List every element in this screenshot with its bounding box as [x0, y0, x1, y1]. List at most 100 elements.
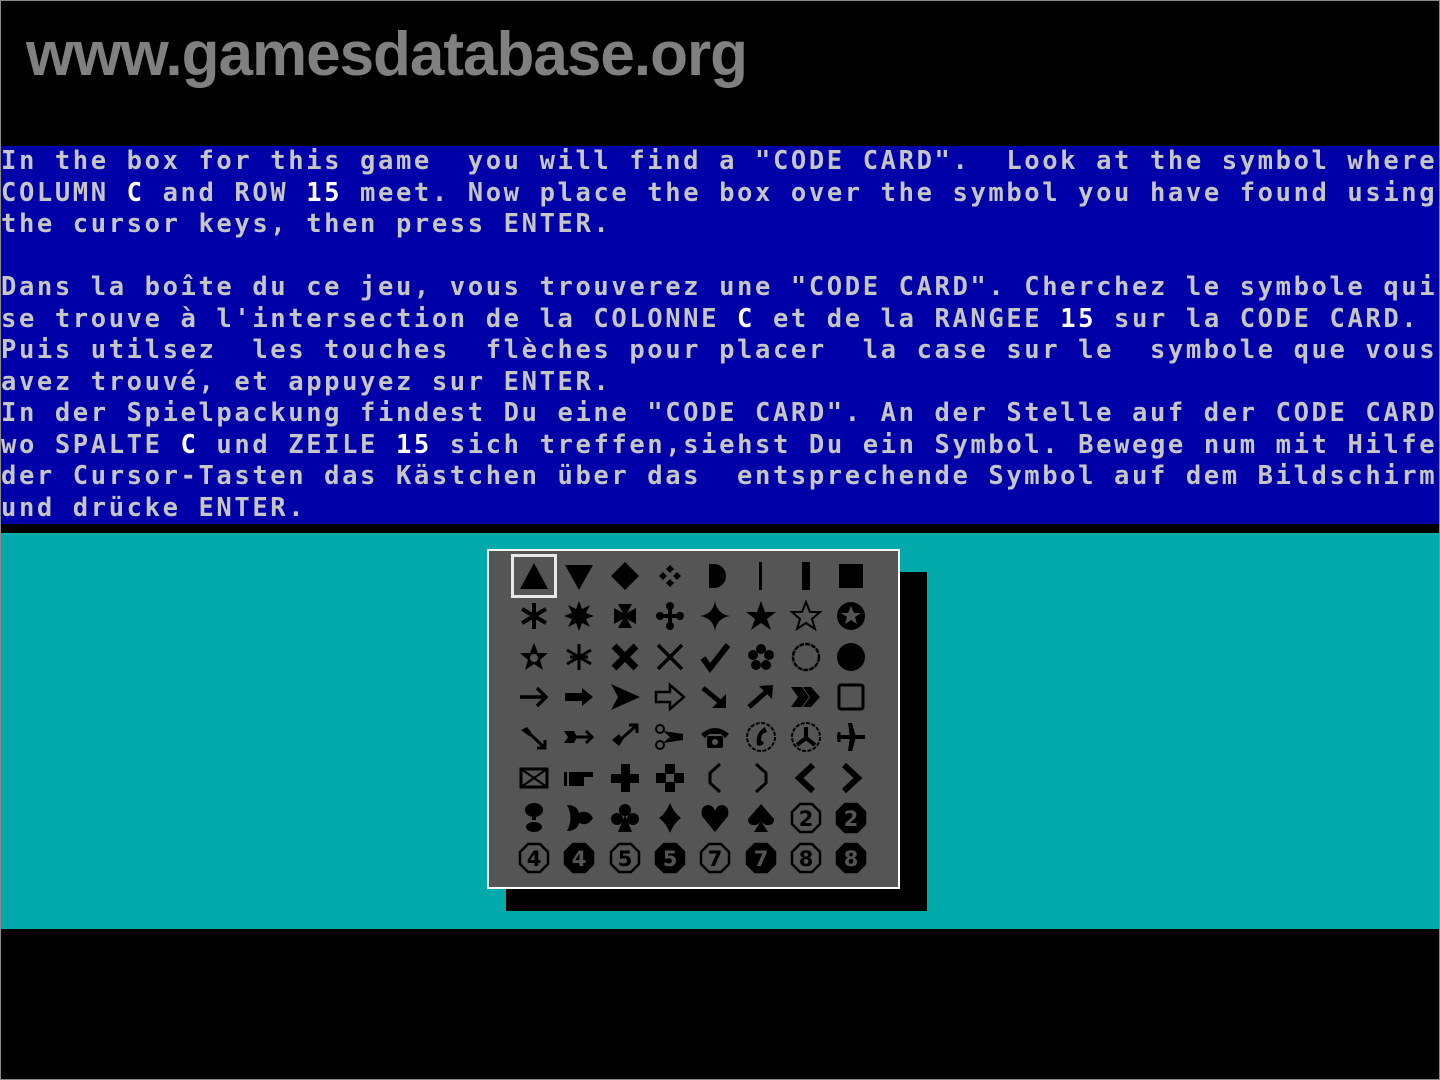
instruction-line-english: the cursor keys, then press ENTER.	[1, 209, 611, 240]
text-run: meet. Now place the box over the symbol …	[342, 178, 1438, 208]
chevron-right-icon[interactable]	[829, 758, 873, 798]
highlighted-code: C	[126, 178, 145, 208]
instruction-line-german: der Cursor-Tasten das Kästchen über das …	[1, 461, 1437, 492]
arrow-right-heavy-icon[interactable]	[557, 677, 601, 717]
arrowhead-right-icon[interactable]	[603, 677, 647, 717]
plus-heavy-icon[interactable]	[603, 758, 647, 798]
snowflake-icon[interactable]	[557, 637, 601, 677]
diamond-suit-icon[interactable]	[648, 798, 692, 838]
maltese-cross-icon[interactable]	[603, 596, 647, 636]
circled-5-filled-icon[interactable]: 5	[648, 838, 692, 878]
circled-4-filled-icon[interactable]: 4	[557, 838, 601, 878]
thick-bar-icon[interactable]	[784, 556, 828, 596]
florette-bottom-icon[interactable]	[512, 798, 556, 838]
x-thin-icon[interactable]	[648, 637, 692, 677]
open-star-icon[interactable]	[512, 637, 556, 677]
circled-8-filled-icon[interactable]: 8	[829, 838, 873, 878]
airplane-icon[interactable]	[829, 717, 873, 757]
highlighted-code: C	[737, 304, 755, 334]
svg-text:5: 5	[663, 847, 678, 871]
pointing-hand-icon[interactable]	[557, 758, 601, 798]
eight-point-star-icon[interactable]	[557, 596, 601, 636]
heart-icon[interactable]	[693, 798, 737, 838]
telephone-icon[interactable]	[693, 717, 737, 757]
flower-icon[interactable]	[739, 637, 783, 677]
text-run: avez trouvé, et appuyez sur ENTER.	[1, 367, 612, 397]
circled-2-filled-icon[interactable]: 2	[829, 798, 873, 838]
instruction-line-french: se trouve à l'intersection de la COLONNE…	[1, 304, 1419, 335]
svg-text:5: 5	[617, 847, 632, 871]
text-run: sich treffen,siehst Du ein Symbol. Beweg…	[431, 430, 1438, 460]
text-run: se trouve à l'intersection de la COLONNE	[1, 304, 738, 334]
highlighted-code: 15	[306, 178, 343, 208]
paren-right-icon[interactable]	[739, 758, 783, 798]
four-diamonds-icon[interactable]	[648, 556, 692, 596]
instruction-line-english: COLUMN C and ROW 15 meet. Now place the …	[1, 178, 1437, 209]
text-run: In the box for this game you will find a…	[1, 146, 1438, 176]
selection-cursor[interactable]	[511, 554, 557, 598]
circled-phone-icon[interactable]	[739, 717, 783, 757]
spade-icon[interactable]	[739, 798, 783, 838]
circled-7-icon[interactable]: 7	[693, 838, 737, 878]
text-run: Puis utilsez les touches flèches pour pl…	[1, 335, 1438, 365]
chevron-left-icon[interactable]	[784, 758, 828, 798]
instruction-line-german: wo SPALTE C und ZEILE 15 sich treffen,si…	[1, 430, 1437, 461]
svg-text:7: 7	[753, 847, 768, 871]
heart-rotated-icon[interactable]	[557, 798, 601, 838]
text-run: et de la RANGEE	[755, 304, 1061, 334]
watermark: www.gamesdatabase.org	[26, 20, 748, 89]
circled-5-icon[interactable]: 5	[603, 838, 647, 878]
circle-filled-icon[interactable]	[829, 637, 873, 677]
text-run: der Cursor-Tasten das Kästchen über das …	[1, 461, 1438, 491]
star-icon[interactable]	[739, 596, 783, 636]
envelope-icon[interactable]	[512, 758, 556, 798]
four-point-star-icon[interactable]	[693, 596, 737, 636]
arrow-right-outline-icon[interactable]	[648, 677, 692, 717]
plus-outline-icon[interactable]	[648, 758, 692, 798]
square-icon[interactable]	[829, 556, 873, 596]
svg-text:7: 7	[708, 847, 723, 871]
instruction-line-french: Dans la boîte du ce jeu, vous trouverez …	[1, 272, 1437, 303]
circled-4-icon[interactable]: 4	[512, 838, 556, 878]
svg-text:4: 4	[527, 847, 542, 871]
text-run: the cursor keys, then press ENTER.	[1, 209, 612, 239]
paren-left-icon[interactable]	[693, 758, 737, 798]
circled-7-filled-icon[interactable]: 7	[739, 838, 783, 878]
arrow-up-right-feather-icon[interactable]	[603, 717, 647, 757]
four-petal-cross-icon[interactable]	[648, 596, 692, 636]
arrow-right-icon[interactable]	[512, 677, 556, 717]
text-run: sur la CODE CARD.	[1096, 304, 1420, 334]
arrow-down-right-feather-icon[interactable]	[512, 717, 556, 757]
instruction-line-english: In the box for this game you will find a…	[1, 146, 1437, 177]
scissors-icon[interactable]	[648, 717, 692, 757]
arrow-down-right-icon[interactable]	[693, 677, 737, 717]
highlighted-code: 15	[395, 430, 432, 460]
circled-2-icon[interactable]: 2	[784, 798, 828, 838]
club-icon[interactable]	[603, 798, 647, 838]
circled-star-icon[interactable]	[829, 596, 873, 636]
text-run: wo SPALTE	[1, 430, 181, 460]
svg-text:4: 4	[572, 847, 587, 871]
triangle-down-icon[interactable]	[557, 556, 601, 596]
divider	[1, 524, 1439, 533]
asterisk-icon[interactable]	[512, 596, 556, 636]
text-run: In der Spielpackung findest Du eine "COD…	[1, 398, 1438, 428]
thin-bar-icon[interactable]	[739, 556, 783, 596]
half-circle-icon[interactable]	[693, 556, 737, 596]
circled-8-icon[interactable]: 8	[784, 838, 828, 878]
text-run: and ROW	[144, 178, 307, 208]
double-arrowhead-right-icon[interactable]	[784, 677, 828, 717]
highlighted-code: 15	[1060, 304, 1097, 334]
circle-outline-icon[interactable]	[784, 637, 828, 677]
star-outline-icon[interactable]	[784, 596, 828, 636]
arrow-right-feather-icon[interactable]	[557, 717, 601, 757]
x-heavy-icon[interactable]	[603, 637, 647, 677]
arrow-up-right-icon[interactable]	[739, 677, 783, 717]
square-outline-icon[interactable]	[829, 677, 873, 717]
circled-y-icon[interactable]	[784, 717, 828, 757]
instruction-line-french: avez trouvé, et appuyez sur ENTER.	[1, 367, 611, 398]
svg-text:2: 2	[798, 807, 813, 831]
highlighted-code: C	[180, 430, 199, 460]
checkmark-icon[interactable]	[693, 637, 737, 677]
diamond-icon[interactable]	[603, 556, 647, 596]
